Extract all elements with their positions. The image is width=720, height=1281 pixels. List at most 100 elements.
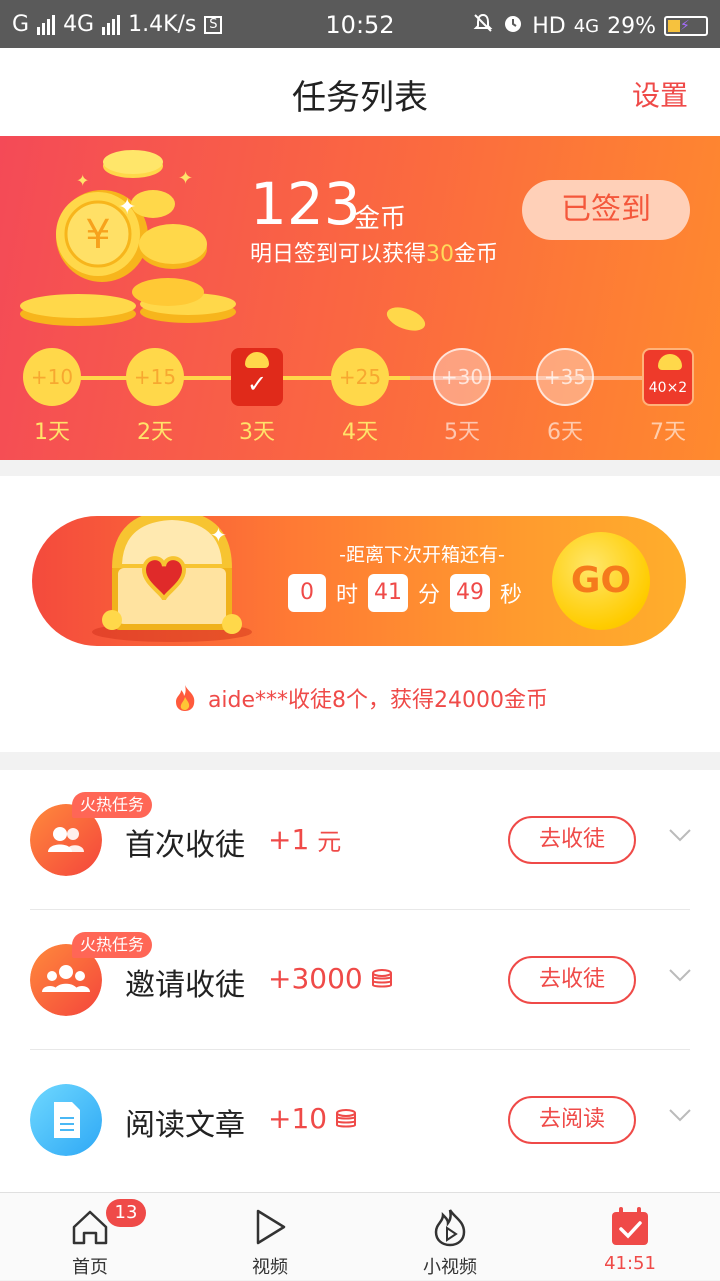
task-reward-value: +10 <box>268 1102 328 1135</box>
red-envelope-bonus-icon: 40×2 <box>642 348 694 406</box>
day-1-label: 1天 <box>34 420 70 445</box>
nav-short-video[interactable]: 小视频 <box>360 1193 540 1281</box>
nav-tasks[interactable]: 41:51 <box>540 1193 720 1281</box>
treasure-chest-card: ✦ -距离下次开箱还有- 0 时 41 分 49 秒 GO aide***收徒8… <box>0 476 720 752</box>
task-item-read-article[interactable]: 阅读文章 +10 去阅读 <box>0 1050 720 1190</box>
hot-task-badge: 火热任务 <box>72 932 153 958</box>
day-5-label: 5天 <box>444 420 480 445</box>
nav-video[interactable]: 视频 <box>180 1193 360 1281</box>
minutes-unit: 分 <box>418 583 441 608</box>
svg-text:✦: ✦ <box>76 171 89 190</box>
coin-stack-icon <box>371 968 392 987</box>
home-icon <box>72 1210 108 1245</box>
day-4-label: 4天 <box>342 420 378 445</box>
coin-unit: 金币 <box>354 204 407 234</box>
nav-short-video-label: 小视频 <box>423 1257 477 1278</box>
chest-countdown: 0 时 41 分 49 秒 <box>288 574 522 612</box>
broadcast-text: aide***收徒8个，获得24000金币 <box>207 688 549 713</box>
gold-coins-icon: ¥ ✦ ✦ ✦ <box>20 150 236 326</box>
task-reward: +3000 <box>268 962 393 995</box>
task-reward-unit: 元 <box>317 828 342 856</box>
day-7-label: 7天 <box>650 420 686 445</box>
task-reward-value: +1 <box>268 823 310 856</box>
day-4: +25 4天 <box>330 348 390 446</box>
day-3: ✓ 3天 <box>227 348 287 446</box>
settings-button[interactable]: 设置 <box>632 74 688 114</box>
hd-label: HD <box>532 13 566 39</box>
chevron-down-icon[interactable] <box>668 1108 692 1122</box>
bottom-nav: 13 首页 视频 小视频 41:51 <box>0 1192 720 1280</box>
countdown-hours: 0 <box>288 574 326 612</box>
nav-home-label: 首页 <box>72 1257 108 1278</box>
treasure-chest-icon: ✦ <box>92 516 252 642</box>
coin-stack-icon <box>336 1108 357 1127</box>
nav-tasks-timer: 41:51 <box>604 1253 656 1274</box>
day-2-reward: +15 <box>126 348 184 406</box>
task-list: 火热任务 首次收徒 +1 元 去收徒 火热任务 邀请收徒 +3000 去收徒 阅… <box>0 770 720 1194</box>
fire-icon <box>172 684 198 718</box>
day-5: +30 5天 <box>432 348 492 446</box>
battery-percent: 29% <box>607 13 656 39</box>
day-1: +10 1天 <box>22 348 82 446</box>
task-reward: +10 <box>268 1102 357 1135</box>
svg-text:✦: ✦ <box>178 168 193 189</box>
calendar-check-icon <box>612 1207 648 1245</box>
nav-home[interactable]: 13 首页 <box>0 1193 180 1281</box>
task-name: 邀请收徒 <box>125 968 245 1003</box>
network-type-label: 4G <box>573 15 600 37</box>
treasure-chest-banner[interactable]: ✦ -距离下次开箱还有- 0 时 41 分 49 秒 GO <box>32 516 686 646</box>
day-5-reward: +30 <box>433 348 491 406</box>
hours-unit: 时 <box>336 583 359 608</box>
task-name: 阅读文章 <box>125 1108 245 1143</box>
checkin-tip: 明日签到可以获得30金币 <box>250 236 498 268</box>
svg-text:✦: ✦ <box>118 195 136 220</box>
page-header: 任务列表 设置 <box>0 48 720 136</box>
signed-in-button[interactable]: 已签到 <box>522 180 690 240</box>
reward-broadcast: aide***收徒8个，获得24000金币 <box>0 682 720 718</box>
task-item-first-apprentice[interactable]: 火热任务 首次收徒 +1 元 去收徒 <box>0 770 720 910</box>
flame-play-icon <box>434 1209 466 1247</box>
day-7-reward: 40×2 <box>648 380 688 396</box>
red-envelope-checked-icon: ✓ <box>231 348 283 406</box>
day-2: +15 2天 <box>125 348 185 446</box>
day-3-label: 3天 <box>239 420 275 445</box>
seconds-unit: 秒 <box>500 583 523 608</box>
tip-prefix: 明日签到可以获得 <box>250 242 427 267</box>
battery-icon: ⚡ <box>664 16 708 36</box>
floating-coin-icon <box>386 307 426 331</box>
recruit-button[interactable]: 去收徒 <box>508 956 636 1004</box>
status-bar: G 4G 1.4K/s S 10:52 HD 4G 29% ⚡ <box>0 0 720 48</box>
tip-suffix: 金币 <box>454 242 499 267</box>
tip-amount: 30 <box>426 242 455 267</box>
play-icon <box>256 1209 286 1245</box>
day-1-reward: +10 <box>23 348 81 406</box>
countdown-seconds: 49 <box>450 574 491 612</box>
day-7: 40×2 7天 <box>638 348 698 446</box>
day-6-reward: +35 <box>536 348 594 406</box>
home-badge: 13 <box>106 1199 146 1227</box>
chevron-down-icon[interactable] <box>668 968 692 982</box>
document-icon <box>30 1084 102 1156</box>
chevron-down-icon[interactable] <box>668 828 692 842</box>
countdown-minutes: 41 <box>368 574 409 612</box>
mute-icon <box>472 12 494 40</box>
task-reward-value: +3000 <box>268 962 363 995</box>
page-title: 任务列表 <box>292 78 428 118</box>
recruit-button[interactable]: 去收徒 <box>508 816 636 864</box>
checkin-banner: ¥ ✦ ✦ ✦ 123 金币 明日签到可以获得30金币 已签到 +10 1天 +… <box>0 136 720 460</box>
nav-video-label: 视频 <box>252 1257 288 1278</box>
day-4-reward: +25 <box>331 348 389 406</box>
svg-text:¥: ¥ <box>85 212 110 258</box>
hot-task-badge: 火热任务 <box>72 792 153 818</box>
read-button[interactable]: 去阅读 <box>508 1096 636 1144</box>
task-item-invite-apprentice[interactable]: 火热任务 邀请收徒 +3000 去收徒 <box>0 910 720 1050</box>
svg-text:✦: ✦ <box>210 523 227 547</box>
task-name: 首次收徒 <box>125 828 245 863</box>
day-2-label: 2天 <box>137 420 173 445</box>
go-button[interactable]: GO <box>552 532 650 630</box>
day-6: +35 6天 <box>535 348 595 446</box>
chest-countdown-caption: -距离下次开箱还有- <box>339 544 505 566</box>
day-6-label: 6天 <box>547 420 583 445</box>
coin-balance: 123 <box>250 170 361 238</box>
alarm-icon <box>502 12 524 40</box>
